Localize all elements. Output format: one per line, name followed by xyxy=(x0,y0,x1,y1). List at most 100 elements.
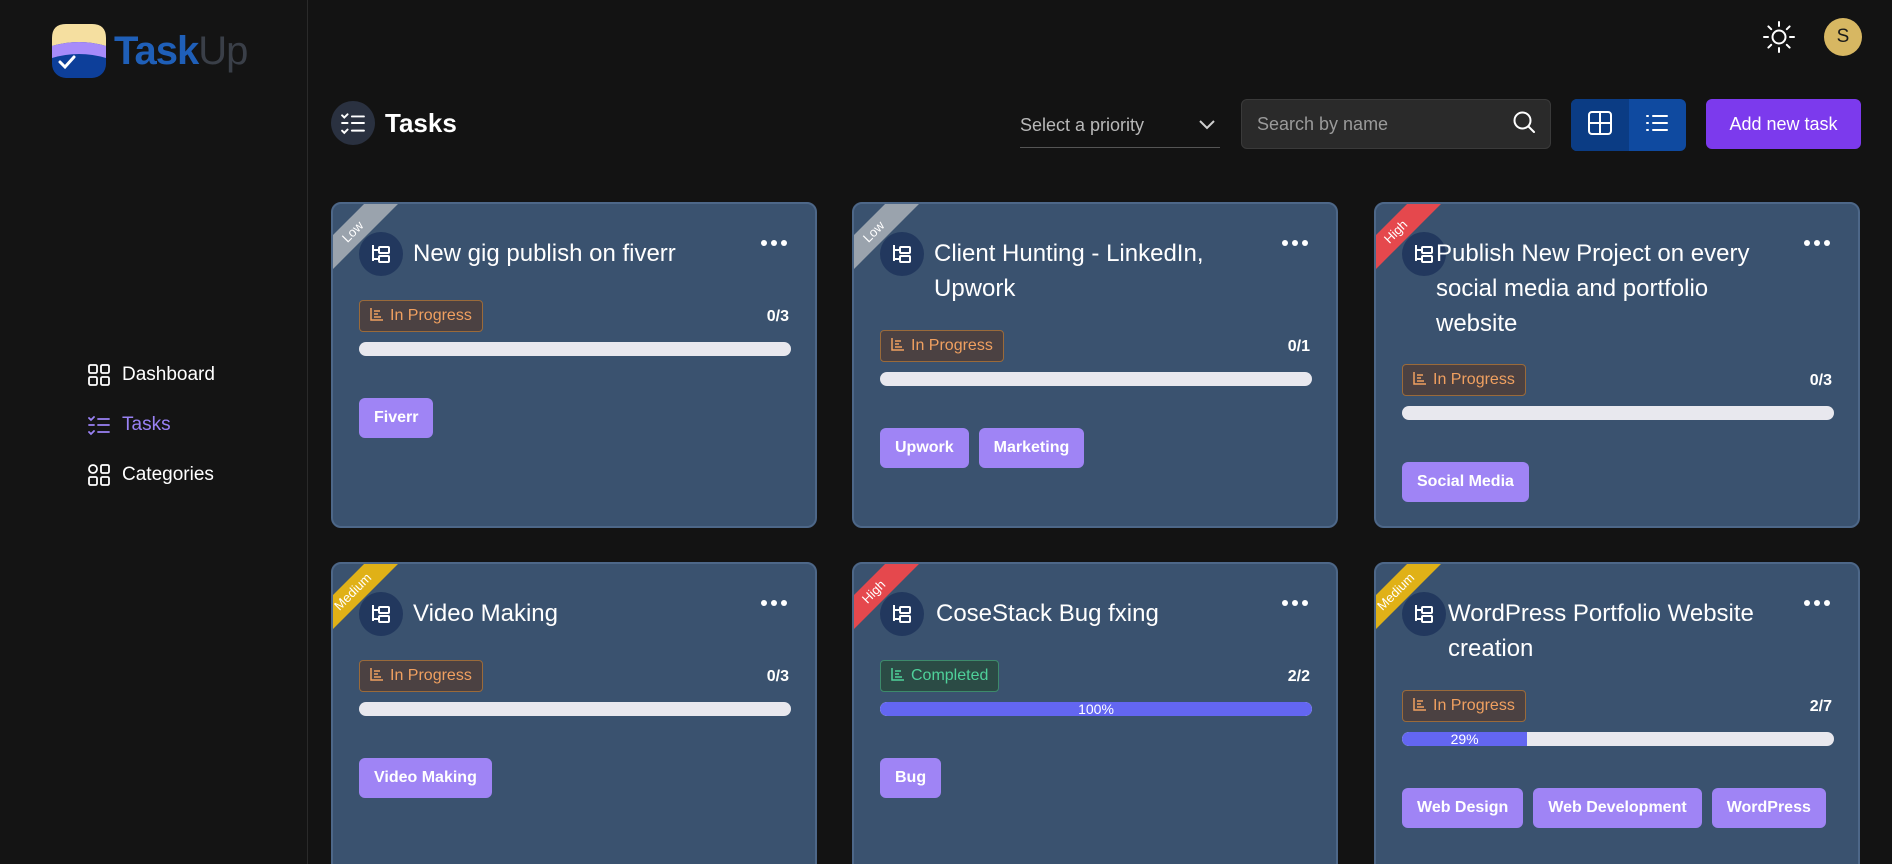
subtask-count: 0/3 xyxy=(766,668,789,685)
task-tree-icon xyxy=(880,232,924,276)
tag[interactable]: Bug xyxy=(880,758,942,798)
tag[interactable]: Fiverr xyxy=(359,398,434,438)
status-icon xyxy=(370,307,384,326)
more-options-icon[interactable] xyxy=(1804,240,1830,246)
search-input[interactable] xyxy=(1257,113,1497,135)
subtask-count: 0/3 xyxy=(1809,372,1832,389)
topbar-actions: S xyxy=(1762,18,1862,56)
tag-list: Bug xyxy=(880,758,942,798)
status-label: In Progress xyxy=(390,307,472,324)
task-card[interactable]: High CoseStack Bug fxing Completed 2/2 1… xyxy=(852,562,1338,864)
subtask-count: 2/7 xyxy=(1809,698,1832,715)
sidebar-nav: Dashboard Tasks Categories xyxy=(88,350,215,500)
checklist-icon xyxy=(88,414,110,436)
progress-bar: 100% xyxy=(880,702,1312,716)
list-view-icon xyxy=(1644,110,1670,141)
more-options-icon[interactable] xyxy=(761,600,787,606)
status-label: Completed xyxy=(911,667,989,684)
task-card[interactable]: Low New gig publish on fiverr In Progres… xyxy=(331,202,817,528)
tag-list: Fiverr xyxy=(359,398,434,438)
task-card[interactable]: Medium WordPress Portfolio Website creat… xyxy=(1374,562,1860,864)
task-tree-icon xyxy=(359,232,403,276)
search-icon[interactable] xyxy=(1512,110,1536,139)
search-box xyxy=(1241,99,1551,149)
progress-bar: 29% xyxy=(1402,732,1834,746)
tag[interactable]: Video Making xyxy=(359,758,492,798)
sun-icon[interactable] xyxy=(1762,20,1796,54)
task-title: Publish New Project on every social medi… xyxy=(1436,240,1750,337)
status-icon xyxy=(1413,697,1427,716)
grid-view-button[interactable] xyxy=(1571,99,1629,151)
grid-view-icon xyxy=(1587,110,1613,141)
subtask-count: 0/3 xyxy=(766,308,789,325)
avatar[interactable]: S xyxy=(1824,18,1862,56)
tag-list: Social Media xyxy=(1402,462,1529,502)
tag-list: Video Making xyxy=(359,758,492,798)
status-icon xyxy=(891,667,905,686)
priority-select-label: Select a priority xyxy=(1020,115,1145,135)
tag[interactable]: Upwork xyxy=(880,428,969,468)
tag-list: Web Design Web Development WordPress xyxy=(1402,788,1826,828)
progress-fill: 100% xyxy=(880,702,1312,716)
more-options-icon[interactable] xyxy=(1804,600,1830,606)
progress-bar xyxy=(359,702,791,716)
tag-list: Upwork Marketing xyxy=(880,428,1085,468)
tag[interactable]: Web Design xyxy=(1402,788,1524,828)
task-tree-icon xyxy=(880,592,924,636)
status-badge: In Progress xyxy=(359,660,483,692)
list-view-button[interactable] xyxy=(1629,99,1687,151)
status-badge: Completed xyxy=(880,660,1000,692)
status-badge: In Progress xyxy=(880,330,1004,362)
status-icon xyxy=(891,337,905,356)
progress-fill: 29% xyxy=(1402,732,1528,746)
status-icon xyxy=(370,667,384,686)
task-tree-icon xyxy=(1402,592,1446,636)
more-options-icon[interactable] xyxy=(1282,600,1308,606)
categories-icon xyxy=(88,464,110,486)
task-tree-icon xyxy=(359,592,403,636)
sidebar-item-label: Categories xyxy=(122,464,214,485)
logo-text: TaskUp xyxy=(114,28,248,73)
status-icon xyxy=(1413,371,1427,390)
status-label: In Progress xyxy=(911,337,993,354)
status-label: In Progress xyxy=(1433,371,1515,388)
add-task-button[interactable]: Add new task xyxy=(1706,99,1861,149)
task-card[interactable]: Medium Video Making In Progress 0/3 Vide… xyxy=(331,562,817,864)
more-options-icon[interactable] xyxy=(761,240,787,246)
priority-select[interactable]: Select a priority xyxy=(1020,104,1220,148)
app-logo[interactable]: TaskUp xyxy=(52,24,248,78)
progress-bar xyxy=(1402,406,1834,420)
grid-icon xyxy=(88,364,110,386)
status-label: In Progress xyxy=(390,667,472,684)
status-badge: In Progress xyxy=(1402,364,1526,396)
page-header: Tasks xyxy=(331,101,457,145)
view-toggle xyxy=(1571,99,1686,151)
sidebar-item-categories[interactable]: Categories xyxy=(88,450,215,500)
tag[interactable]: WordPress xyxy=(1711,788,1826,828)
task-title: Video Making xyxy=(413,600,558,627)
subtask-count: 0/1 xyxy=(1287,338,1310,355)
sidebar-item-dashboard[interactable]: Dashboard xyxy=(88,350,215,400)
task-title: New gig publish on fiverr xyxy=(413,240,676,267)
chevron-down-icon xyxy=(1198,115,1216,136)
sidebar-item-label: Tasks xyxy=(122,414,171,435)
status-badge: In Progress xyxy=(1402,690,1526,722)
sidebar-item-label: Dashboard xyxy=(122,364,215,385)
tag[interactable]: Marketing xyxy=(978,428,1085,468)
task-title: WordPress Portfolio Website creation xyxy=(1448,600,1754,662)
status-label: In Progress xyxy=(1433,697,1515,714)
status-badge: In Progress xyxy=(359,300,483,332)
task-title: CoseStack Bug fxing xyxy=(936,600,1159,627)
tag[interactable]: Social Media xyxy=(1402,462,1529,502)
more-options-icon[interactable] xyxy=(1282,240,1308,246)
task-card[interactable]: Low Client Hunting - LinkedIn, Upwork In… xyxy=(852,202,1338,528)
sidebar-item-tasks[interactable]: Tasks xyxy=(88,400,215,450)
progress-bar xyxy=(359,342,791,356)
sidebar: TaskUp Dashboard Tasks Categories xyxy=(0,0,308,864)
tag[interactable]: Web Development xyxy=(1533,788,1702,828)
progress-bar xyxy=(880,372,1312,386)
checklist-icon xyxy=(331,101,375,145)
task-card[interactable]: High Publish New Project on every social… xyxy=(1374,202,1860,528)
task-title: Client Hunting - LinkedIn, Upwork xyxy=(934,240,1204,302)
logo-icon xyxy=(52,24,106,78)
